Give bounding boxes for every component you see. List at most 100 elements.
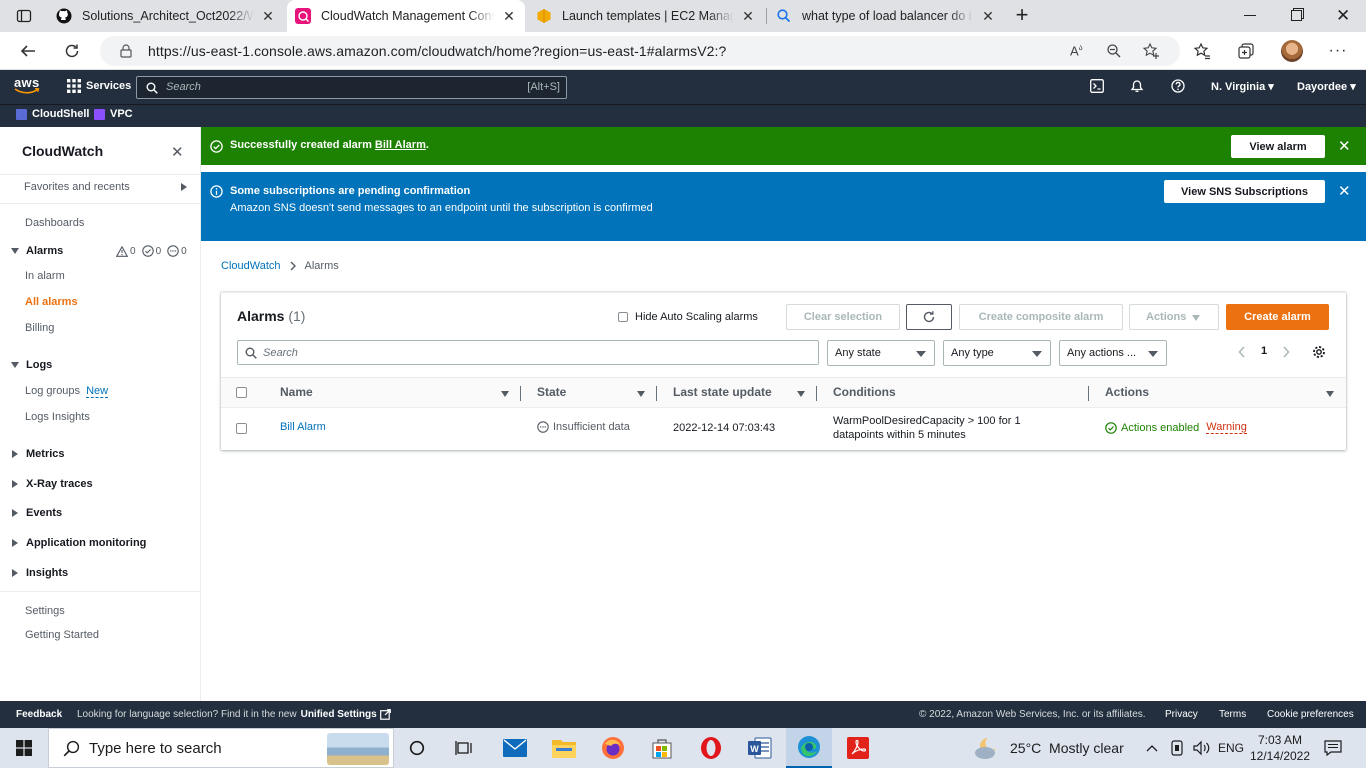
mail-app-icon[interactable] (496, 728, 534, 768)
browser-tab-cloudwatch[interactable]: CloudWatch Management Conso ✕ (287, 0, 525, 32)
bill-alarm-link[interactable]: Bill Alarm (375, 139, 426, 151)
dismiss-success-icon[interactable]: ✕ (1338, 137, 1351, 155)
column-divider[interactable] (816, 386, 817, 401)
actions-filter-select[interactable]: Any actions ... (1059, 340, 1167, 366)
column-header-last-state-update[interactable]: Last state update (673, 385, 772, 399)
close-tab-icon[interactable]: ✕ (740, 8, 756, 24)
close-sidebar-icon[interactable]: ✕ (171, 143, 184, 161)
close-tab-icon[interactable]: ✕ (260, 8, 276, 24)
sidebar-section-logs[interactable]: Logs (26, 359, 52, 371)
account-menu[interactable]: Dayordee ▾ (1297, 80, 1356, 93)
favorites-and-recents[interactable]: Favorites and recents (24, 181, 130, 193)
column-header-conditions[interactable]: Conditions (833, 385, 896, 399)
clock[interactable]: 7:03 AM 12/14/2022 (1250, 728, 1310, 768)
favorite-vpc[interactable]: VPC (94, 108, 133, 120)
view-sns-subscriptions-button[interactable]: View SNS Subscriptions (1164, 180, 1325, 203)
sidebar-section-insights[interactable]: Insights (26, 567, 68, 579)
read-aloud-icon[interactable]: Aა (1070, 43, 1083, 58)
dismiss-info-icon[interactable]: ✕ (1338, 182, 1351, 200)
view-alarm-button[interactable]: View alarm (1231, 135, 1325, 158)
caret-right-icon[interactable] (12, 569, 18, 577)
sort-icon[interactable] (1326, 391, 1334, 397)
tab-actions-icon[interactable] (16, 8, 32, 24)
new-tab-icon[interactable]: + (1012, 4, 1032, 26)
sidebar-item-all-alarms[interactable]: All alarms (25, 296, 78, 308)
firefox-icon[interactable] (594, 728, 632, 768)
services-menu[interactable]: Services (67, 79, 131, 93)
weather-widget[interactable]: 25°C Mostly clear (974, 728, 1130, 768)
create-composite-alarm-button[interactable]: Create composite alarm (959, 304, 1123, 330)
alarms-search-input[interactable]: Search (237, 340, 819, 365)
table-row[interactable]: Bill Alarm Insufficient data 2022-12-14 … (221, 408, 1346, 451)
caret-right-icon[interactable] (12, 509, 18, 517)
input-language[interactable]: ENG (1216, 728, 1246, 768)
create-alarm-button[interactable]: Create alarm (1226, 304, 1329, 330)
browser-tab-ec2[interactable]: Launch templates | EC2 Manager ✕ (528, 0, 764, 32)
page-number[interactable]: 1 (1261, 345, 1267, 357)
alarm-name-link[interactable]: Bill Alarm (280, 421, 326, 433)
sidebar-item-logs-insights[interactable]: Logs Insights (25, 411, 90, 423)
region-selector[interactable]: N. Virginia ▾ (1211, 80, 1274, 93)
type-filter-select[interactable]: Any type (943, 340, 1051, 366)
task-view-icon[interactable] (445, 728, 483, 768)
sidebar-item-dashboards[interactable]: Dashboards (25, 217, 84, 229)
column-header-name[interactable]: Name (280, 385, 313, 399)
refresh-button[interactable] (906, 304, 952, 330)
action-center-icon[interactable] (1318, 728, 1348, 768)
help-icon[interactable] (1171, 79, 1185, 93)
profile-avatar[interactable] (1281, 40, 1303, 62)
collections-icon[interactable] (1236, 41, 1256, 61)
more-icon[interactable]: ··· (1328, 41, 1348, 61)
sidebar-section-alarms[interactable]: Alarms (26, 245, 63, 257)
address-bar[interactable]: https://us-east-1.console.aws.amazon.com… (100, 36, 1180, 66)
row-checkbox[interactable] (236, 423, 247, 434)
cloudshell-icon[interactable] (1090, 79, 1104, 93)
next-page-icon[interactable] (1282, 346, 1290, 358)
feedback-link[interactable]: Feedback (16, 709, 62, 720)
caret-right-icon[interactable] (12, 450, 18, 458)
close-tab-icon[interactable]: ✕ (501, 8, 517, 24)
actions-dropdown-button[interactable]: Actions (1129, 304, 1219, 330)
state-filter-select[interactable]: Any state (827, 340, 935, 366)
column-header-actions[interactable]: Actions (1105, 385, 1149, 399)
back-icon[interactable] (18, 41, 38, 61)
sidebar-item-settings[interactable]: Settings (25, 605, 65, 617)
sidebar-section-application-monitoring[interactable]: Application monitoring (26, 537, 146, 549)
cookie-preferences-link[interactable]: Cookie preferences (1267, 709, 1354, 720)
lock-icon[interactable] (120, 44, 132, 58)
caret-right-icon[interactable] (12, 480, 18, 488)
edge-icon[interactable] (786, 728, 832, 768)
terms-link[interactable]: Terms (1219, 709, 1246, 720)
sidebar-section-metrics[interactable]: Metrics (26, 448, 65, 460)
column-divider[interactable] (520, 386, 521, 401)
store-icon[interactable] (643, 728, 681, 768)
sidebar-item-billing[interactable]: Billing (25, 322, 54, 334)
taskbar-search-box[interactable]: Type here to search (48, 728, 394, 768)
close-window-icon[interactable]: ✕ (1336, 6, 1350, 26)
sidebar-item-in-alarm[interactable]: In alarm (25, 270, 65, 282)
column-header-state[interactable]: State (537, 385, 566, 399)
sidebar-item-getting-started[interactable]: Getting Started (25, 629, 99, 641)
windows-start-icon[interactable] (0, 728, 48, 768)
aws-search-input[interactable]: Search [Alt+S] (136, 76, 567, 99)
show-hidden-icons[interactable] (1143, 728, 1161, 768)
unified-settings-link[interactable]: Unified Settings (301, 709, 377, 720)
network-icon[interactable] (1168, 728, 1186, 768)
privacy-link[interactable]: Privacy (1165, 709, 1198, 720)
column-divider[interactable] (656, 386, 657, 401)
browser-tab-github[interactable]: Solutions_Architect_Oct2022/We ✕ (48, 0, 284, 32)
sort-icon[interactable] (501, 391, 509, 397)
caret-down-icon[interactable] (11, 362, 19, 368)
sidebar-section-xray[interactable]: X-Ray traces (26, 478, 93, 490)
previous-page-icon[interactable] (1238, 346, 1246, 358)
hide-autoscaling-toggle[interactable]: Hide Auto Scaling alarms (618, 311, 758, 323)
settings-gear-icon[interactable] (1312, 345, 1326, 359)
breadcrumb-cloudwatch[interactable]: CloudWatch (221, 260, 281, 272)
sidebar-item-log-groups[interactable]: Log groups New (25, 385, 109, 398)
select-all-checkbox[interactable] (236, 387, 247, 398)
cortana-icon[interactable] (398, 728, 436, 768)
close-tab-icon[interactable]: ✕ (980, 8, 996, 24)
sidebar-section-events[interactable]: Events (26, 507, 62, 519)
sort-icon[interactable] (637, 391, 645, 397)
word-icon[interactable]: W (741, 728, 779, 768)
